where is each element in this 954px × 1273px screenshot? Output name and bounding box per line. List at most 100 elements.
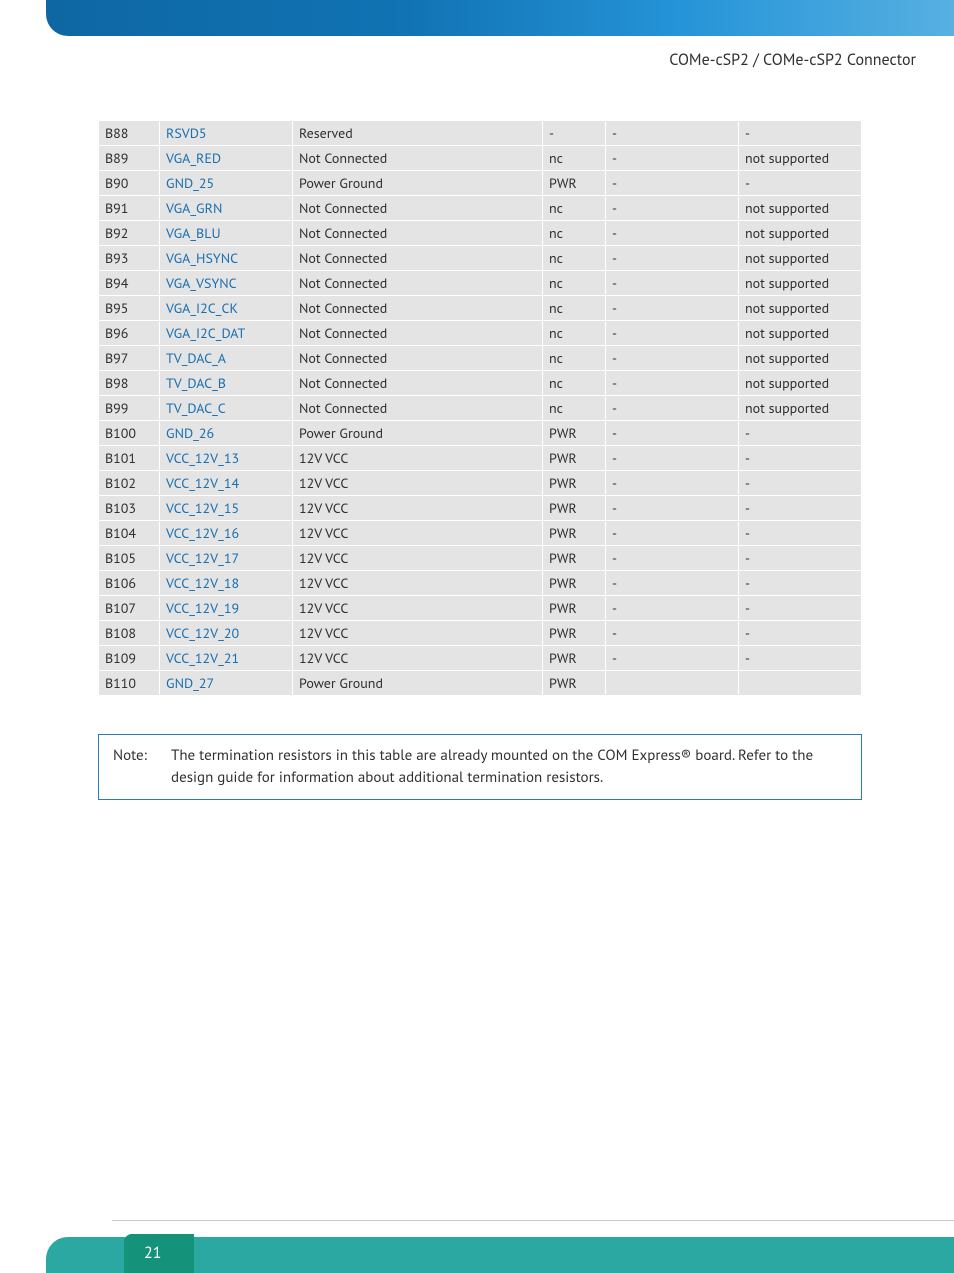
cell-pin: B92	[99, 221, 160, 246]
table-row: B88RSVD5Reserved---	[99, 121, 862, 146]
cell-col6: -	[739, 496, 862, 521]
cell-pin: B104	[99, 521, 160, 546]
cell-pin: B106	[99, 571, 160, 596]
cell-col4: PWR	[543, 171, 606, 196]
table-row: B107VCC_12V_1912V VCCPWR--	[99, 596, 862, 621]
cell-col4: PWR	[543, 471, 606, 496]
cell-desc: 12V VCC	[293, 621, 543, 646]
table-row: B101VCC_12V_1312V VCCPWR--	[99, 446, 862, 471]
cell-desc: 12V VCC	[293, 446, 543, 471]
cell-desc: 12V VCC	[293, 521, 543, 546]
cell-signal: VGA_VSYNC	[160, 271, 293, 296]
cell-signal: GND_27	[160, 671, 293, 696]
cell-col6: -	[739, 596, 862, 621]
page-number: 21	[144, 1243, 161, 1263]
table-row: B109VCC_12V_2112V VCCPWR--	[99, 646, 862, 671]
cell-signal: TV_DAC_B	[160, 371, 293, 396]
cell-col5: -	[606, 246, 739, 271]
cell-desc: Power Ground	[293, 171, 543, 196]
cell-pin: B109	[99, 646, 160, 671]
cell-pin: B88	[99, 121, 160, 146]
cell-col6: -	[739, 471, 862, 496]
cell-col5: -	[606, 196, 739, 221]
page-header-title: COMe-cSP2 / COMe-cSP2 Connector	[669, 50, 916, 70]
cell-signal: TV_DAC_A	[160, 346, 293, 371]
cell-col5: -	[606, 621, 739, 646]
cell-col5: -	[606, 496, 739, 521]
cell-pin: B99	[99, 396, 160, 421]
cell-pin: B93	[99, 246, 160, 271]
table-row: B99TV_DAC_CNot Connectednc-not supported	[99, 396, 862, 421]
table-row: B98TV_DAC_BNot Connectednc-not supported	[99, 371, 862, 396]
table-row: B108VCC_12V_2012V VCCPWR--	[99, 621, 862, 646]
cell-col6: -	[739, 446, 862, 471]
table-row: B102VCC_12V_1412V VCCPWR--	[99, 471, 862, 496]
cell-col4: PWR	[543, 596, 606, 621]
table-row: B89VGA_REDNot Connectednc-not supported	[99, 146, 862, 171]
cell-col6: not supported	[739, 396, 862, 421]
cell-pin: B96	[99, 321, 160, 346]
table-row: B90GND_25Power GroundPWR--	[99, 171, 862, 196]
cell-col6: -	[739, 571, 862, 596]
cell-signal: VCC_12V_16	[160, 521, 293, 546]
cell-desc: Not Connected	[293, 296, 543, 321]
cell-signal: VCC_12V_19	[160, 596, 293, 621]
cell-signal: VCC_12V_17	[160, 546, 293, 571]
cell-pin: B103	[99, 496, 160, 521]
cell-pin: B102	[99, 471, 160, 496]
cell-col5: -	[606, 146, 739, 171]
table-row: B94VGA_VSYNCNot Connectednc-not supporte…	[99, 271, 862, 296]
cell-col6: -	[739, 121, 862, 146]
cell-signal: VGA_RED	[160, 146, 293, 171]
cell-pin: B105	[99, 546, 160, 571]
cell-pin: B89	[99, 146, 160, 171]
table-row: B106VCC_12V_1812V VCCPWR--	[99, 571, 862, 596]
cell-signal: VCC_12V_14	[160, 471, 293, 496]
cell-desc: Not Connected	[293, 371, 543, 396]
content-area: B88RSVD5Reserved---B89VGA_REDNot Connect…	[98, 120, 862, 800]
table-row: B100GND_26Power GroundPWR--	[99, 421, 862, 446]
cell-signal: VGA_I2C_DAT	[160, 321, 293, 346]
cell-col6: -	[739, 521, 862, 546]
cell-signal: VGA_BLU	[160, 221, 293, 246]
cell-pin: B107	[99, 596, 160, 621]
table-row: B105VCC_12V_1712V VCCPWR--	[99, 546, 862, 571]
cell-col6: not supported	[739, 321, 862, 346]
footer-divider	[112, 1220, 954, 1221]
cell-col4: PWR	[543, 646, 606, 671]
table-row: B110GND_27Power GroundPWR	[99, 671, 862, 696]
cell-signal: VGA_I2C_CK	[160, 296, 293, 321]
cell-signal: VGA_HSYNC	[160, 246, 293, 271]
cell-col6: -	[739, 546, 862, 571]
cell-signal: VGA_GRN	[160, 196, 293, 221]
table-row: B93VGA_HSYNCNot Connectednc-not supporte…	[99, 246, 862, 271]
cell-desc: Not Connected	[293, 396, 543, 421]
cell-col4: PWR	[543, 571, 606, 596]
cell-desc: Not Connected	[293, 346, 543, 371]
cell-pin: B97	[99, 346, 160, 371]
cell-col6: -	[739, 621, 862, 646]
cell-col6: not supported	[739, 196, 862, 221]
cell-col4: nc	[543, 271, 606, 296]
cell-col6	[739, 671, 862, 696]
cell-col5: -	[606, 171, 739, 196]
cell-col5: -	[606, 346, 739, 371]
table-row: B103VCC_12V_1512V VCCPWR--	[99, 496, 862, 521]
cell-pin: B108	[99, 621, 160, 646]
note-label: Note:	[113, 745, 171, 789]
cell-desc: 12V VCC	[293, 496, 543, 521]
cell-desc: Not Connected	[293, 196, 543, 221]
cell-col5: -	[606, 321, 739, 346]
pinout-table: B88RSVD5Reserved---B89VGA_REDNot Connect…	[98, 120, 862, 696]
cell-desc: Not Connected	[293, 271, 543, 296]
cell-col4: PWR	[543, 496, 606, 521]
cell-col6: not supported	[739, 221, 862, 246]
cell-pin: B110	[99, 671, 160, 696]
cell-col4: -	[543, 121, 606, 146]
table-row: B95VGA_I2C_CKNot Connectednc-not support…	[99, 296, 862, 321]
cell-pin: B91	[99, 196, 160, 221]
cell-pin: B100	[99, 421, 160, 446]
cell-pin: B95	[99, 296, 160, 321]
cell-col5: -	[606, 471, 739, 496]
cell-signal: VCC_12V_20	[160, 621, 293, 646]
